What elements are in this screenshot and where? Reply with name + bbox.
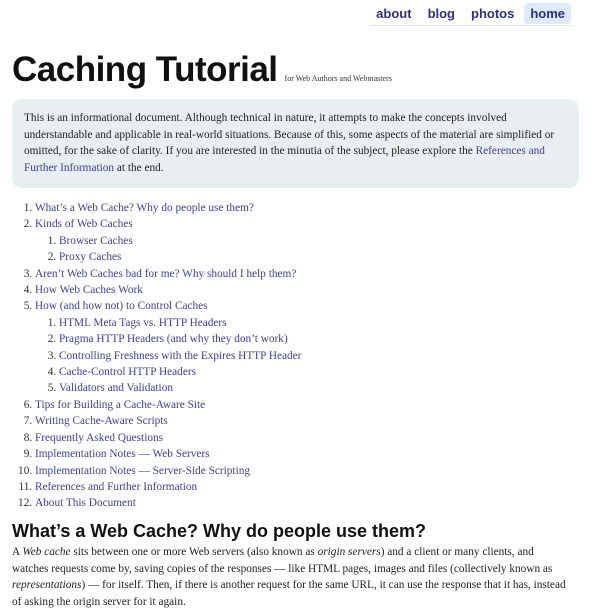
toc-item: Writing Cache-Aware Scripts xyxy=(35,413,301,429)
page-header: Caching Tutorial for Web Authors and Web… xyxy=(12,50,392,90)
section-paragraph: A Web cache sits between one or more Web… xyxy=(12,544,572,610)
nav-home[interactable]: home xyxy=(524,3,571,24)
toc-link[interactable]: How Web Caches Work xyxy=(35,284,143,296)
intro-box: This is an informational document. Altho… xyxy=(12,99,579,188)
toc-link[interactable]: How (and how not) to Control Caches xyxy=(35,300,208,312)
toc-item: Tips for Building a Cache-Aware Site xyxy=(35,397,301,413)
text: A xyxy=(12,546,23,558)
toc-subitem: Browser Caches xyxy=(59,233,301,249)
toc-item: Aren’t Web Caches bad for me? Why should… xyxy=(35,266,301,282)
toc-item: Frequently Asked Questions xyxy=(35,430,301,446)
toc-subitem: Pragma HTTP Headers (and why they don’t … xyxy=(59,331,301,347)
toc-item: Implementation Notes — Web Servers xyxy=(35,446,301,462)
toc-link[interactable]: Tips for Building a Cache-Aware Site xyxy=(35,399,205,411)
emphasis: Web cache xyxy=(22,546,71,558)
toc-link[interactable]: What’s a Web Cache? Why do people use th… xyxy=(35,202,254,214)
toc-sublink[interactable]: Proxy Caches xyxy=(59,251,121,263)
toc-sublink[interactable]: HTML Meta Tags vs. HTTP Headers xyxy=(59,317,227,329)
toc-subitem: HTML Meta Tags vs. HTTP Headers xyxy=(59,315,301,331)
toc-item: References and Further Information xyxy=(35,479,301,495)
toc-item: How Web Caches Work xyxy=(35,282,301,298)
toc-subitem: Validators and Validation xyxy=(59,380,301,396)
intro-text-end: at the end. xyxy=(114,161,164,174)
toc-sublist: Browser Caches Proxy Caches xyxy=(35,233,301,266)
toc-sublist: HTML Meta Tags vs. HTTP Headers Pragma H… xyxy=(35,315,301,397)
toc-sublink[interactable]: Validators and Validation xyxy=(59,382,173,394)
toc-link[interactable]: About This Document xyxy=(35,497,136,509)
toc-item: About This Document xyxy=(35,495,301,511)
text: sits between one or more Web servers (al… xyxy=(70,546,318,558)
toc-link[interactable]: Aren’t Web Caches bad for me? Why should… xyxy=(35,268,296,280)
page-title: Caching Tutorial xyxy=(12,50,278,89)
text: ) — for itself. Then, if there is anothe… xyxy=(12,579,566,608)
emphasis: representations xyxy=(12,579,82,591)
table-of-contents: What’s a Web Cache? Why do people use th… xyxy=(0,200,301,512)
section-heading: What’s a Web Cache? Why do people use th… xyxy=(12,521,427,541)
toc-link[interactable]: Implementation Notes — Server-Side Scrip… xyxy=(35,465,250,477)
emphasis: origin servers xyxy=(317,546,381,558)
toc-item: How (and how not) to Control Caches HTML… xyxy=(35,298,301,396)
toc-sublink[interactable]: Pragma HTTP Headers (and why they don’t … xyxy=(59,333,288,345)
toc-link[interactable]: Kinds of Web Caches xyxy=(35,218,133,230)
top-nav: about blog photos home xyxy=(370,3,571,26)
toc-subitem: Controlling Freshness with the Expires H… xyxy=(59,348,301,364)
toc-link[interactable]: Writing Cache-Aware Scripts xyxy=(35,415,168,427)
toc-sublink[interactable]: Cache-Control HTTP Headers xyxy=(59,366,196,378)
intro-text: This is an informational document. Altho… xyxy=(24,112,555,157)
nav-photos[interactable]: photos xyxy=(465,3,520,24)
toc-sublink[interactable]: Controlling Freshness with the Expires H… xyxy=(59,350,301,362)
toc-subitem: Cache-Control HTTP Headers xyxy=(59,364,301,380)
nav-blog[interactable]: blog xyxy=(422,3,461,24)
page-subtitle: for Web Authors and Webmasters xyxy=(284,74,392,83)
toc-link[interactable]: Frequently Asked Questions xyxy=(35,432,163,444)
toc-item: Kinds of Web Caches Browser Caches Proxy… xyxy=(35,216,301,265)
toc-subitem: Proxy Caches xyxy=(59,249,301,265)
toc-link[interactable]: References and Further Information xyxy=(35,481,197,493)
toc-link[interactable]: Implementation Notes — Web Servers xyxy=(35,448,210,460)
nav-about[interactable]: about xyxy=(370,3,417,24)
toc-item: What’s a Web Cache? Why do people use th… xyxy=(35,200,301,216)
toc-sublink[interactable]: Browser Caches xyxy=(59,235,133,247)
toc-item: Implementation Notes — Server-Side Scrip… xyxy=(35,463,301,479)
